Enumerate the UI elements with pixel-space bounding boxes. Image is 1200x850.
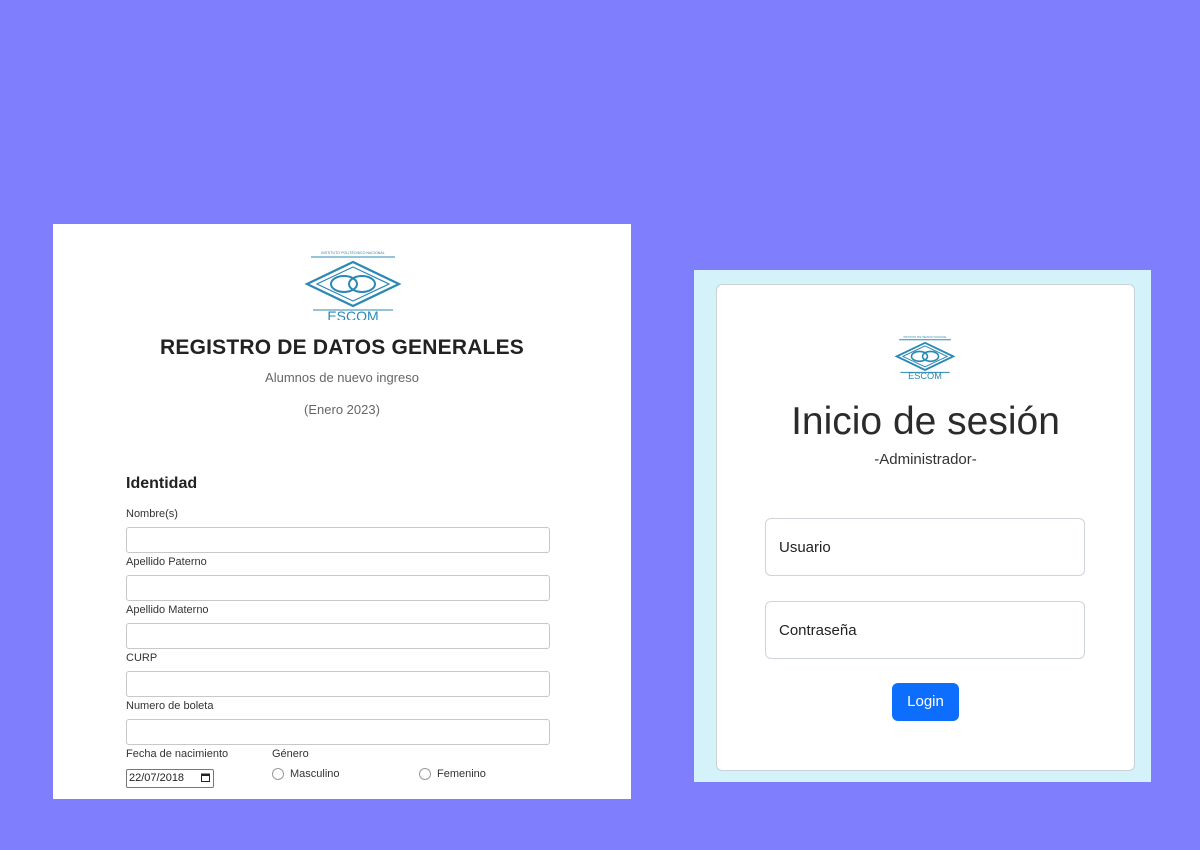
escom-logo: INSTITUTO POLITÉCNICO NACIONAL ESCOM [304, 250, 402, 320]
birthdate-input[interactable]: 22/07/2018 [126, 769, 214, 788]
page-title: REGISTRO DE DATOS GENERALES [160, 336, 524, 359]
birthdate-label: Fecha de nacimiento [126, 748, 229, 760]
curp-label: CURP [126, 652, 158, 664]
apellido-paterno-label: Apellido Paterno [126, 556, 207, 568]
boleta-label: Numero de boleta [126, 700, 214, 712]
radio-masculino[interactable] [272, 768, 284, 781]
apellido-materno-input[interactable] [126, 623, 550, 649]
page-subtitle: Alumnos de nuevo ingreso [265, 370, 419, 385]
gender-option-femenino[interactable]: Femenino [419, 768, 486, 781]
boleta-input[interactable] [126, 719, 550, 745]
password-placeholder: Contraseña [779, 622, 857, 639]
registration-form-panel: INSTITUTO POLITÉCNICO NACIONAL ESCOM REG… [53, 224, 631, 799]
logo-institute-text: INSTITUTO POLITÉCNICO NACIONAL [321, 250, 385, 255]
apellido-paterno-input[interactable] [126, 575, 550, 601]
gender-label: Género [272, 748, 309, 760]
birthdate-value: 22/07/2018 [129, 772, 185, 784]
login-button[interactable]: Login [892, 683, 959, 721]
username-placeholder: Usuario [779, 539, 831, 556]
apellido-materno-label: Apellido Materno [126, 604, 209, 616]
radio-femenino[interactable] [419, 768, 431, 781]
gender-option-masculino[interactable]: Masculino [272, 768, 340, 781]
nombre-input[interactable] [126, 527, 550, 553]
section-title-identidad: Identidad [126, 475, 198, 492]
login-card: INSTITUTO POLITÉCNICO NACIONAL ESCOM Ini… [716, 284, 1135, 771]
nombre-label: Nombre(s) [126, 508, 178, 520]
radio-masculino-label: Masculino [290, 768, 340, 780]
logo-escom-text: ESCOM [327, 308, 378, 320]
curp-input[interactable] [126, 671, 550, 697]
escom-logo: INSTITUTO POLITÉCNICO NACIONAL ESCOM [894, 336, 956, 381]
logo-institute-text: INSTITUTO POLITÉCNICO NACIONAL [903, 336, 947, 339]
password-input[interactable]: Contraseña [765, 601, 1085, 659]
login-panel-background: INSTITUTO POLITÉCNICO NACIONAL ESCOM Ini… [694, 270, 1151, 782]
calendar-icon[interactable] [201, 773, 210, 782]
enrollment-period: (Enero 2023) [304, 402, 380, 417]
login-role: -Administrador- [874, 451, 977, 468]
username-input[interactable]: Usuario [765, 518, 1085, 576]
logo-escom-text: ESCOM [908, 371, 942, 381]
login-title: Inicio de sesión [791, 400, 1060, 443]
radio-femenino-label: Femenino [437, 768, 486, 780]
